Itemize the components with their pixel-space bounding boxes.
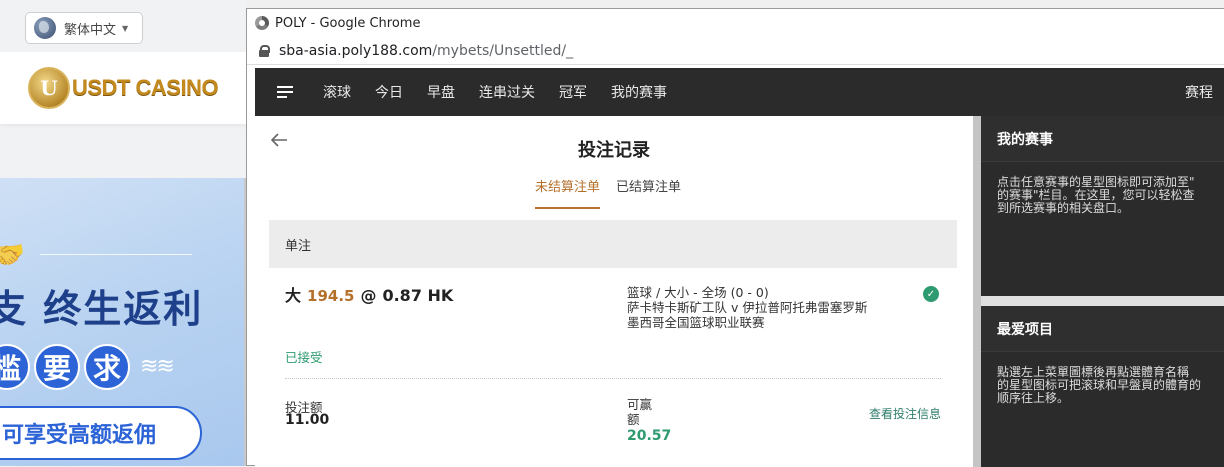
casino-logo-icon[interactable]: U	[28, 67, 70, 109]
site-nav: 滚球 今日 早盘 连串过关 冠军 我的赛事 赛程	[255, 68, 1224, 116]
bet-event-info: 篮球 / 大小 - 全场 (0 - 0) 萨卡特卡斯矿工队 v 伊拉普阿托弗雷塞…	[627, 285, 867, 330]
banner-req-char: 要	[34, 344, 80, 390]
banner-req-char: 求	[84, 344, 130, 390]
bet-history-panel: 投注记录 未结算注单 已结算注单 单注 大 194.5 @ 0.87 HK 篮球…	[255, 116, 973, 467]
globe-icon	[34, 17, 56, 39]
chevron-down-icon: ▼	[122, 23, 129, 33]
nav-item-live[interactable]: 滚球	[323, 82, 351, 102]
status-badge: 已接受	[285, 350, 323, 365]
favorites-title: 最爱项目	[981, 306, 1224, 352]
casino-logo-text[interactable]: USDT CASINO	[72, 75, 219, 101]
bet-league: 墨西哥全国篮球职业联赛	[627, 315, 765, 330]
chrome-icon	[255, 16, 269, 30]
bet-at: @	[360, 286, 377, 305]
banner-divider	[40, 254, 192, 255]
lock-icon[interactable]	[259, 44, 270, 57]
window-title: POLY - Google Chrome	[275, 15, 421, 31]
bet-market: 篮球 / 大小 - 全场 (0 - 0)	[627, 285, 769, 300]
bet-line: 194.5	[307, 287, 355, 305]
section-header-single: 单注	[269, 220, 957, 268]
panel-divider	[973, 116, 981, 467]
casino-page: 繁体中文 ▼ U USDT CASINO 🤝 支 终生返利 槛 要 求 ≋≋ 可…	[0, 0, 246, 466]
nav-item-outright[interactable]: 冠军	[559, 82, 587, 102]
bet-pick: 大	[285, 286, 302, 305]
my-events-line: 到所选赛事的相关盘口。	[997, 201, 1130, 215]
favorites-card: 最爱项目 點選左上菜單圖標後再點選體育名稱 的星型图标可把滚球和早盤頁的體育的 …	[981, 306, 1224, 467]
language-selector[interactable]: 繁体中文 ▼	[25, 12, 143, 44]
handshake-icon: 🤝	[0, 238, 25, 271]
url-host: sba-asia.poly188.com	[279, 42, 433, 59]
bet-selection: 大 194.5 @ 0.87 HK	[285, 282, 453, 306]
win-label: 可赢额	[627, 397, 653, 427]
favorites-body: 點選左上菜單圖標後再點選體育名稱 的星型图标可把滚球和早盤頁的體育的 顺序往上移…	[981, 352, 1224, 419]
banner-req-char: 槛	[0, 344, 30, 390]
dotted-divider	[285, 378, 941, 379]
tab-settled[interactable]: 已结算注单	[616, 174, 681, 209]
nav-item-today[interactable]: 今日	[375, 82, 403, 102]
tab-unsettled[interactable]: 未结算注单	[535, 174, 601, 209]
check-circle-icon: ✓	[923, 286, 939, 302]
browser-window: POLY - Google Chrome sba-asia.poly188.co…	[246, 8, 1224, 467]
nav-item-early[interactable]: 早盘	[427, 82, 455, 102]
view-bet-details-link[interactable]: 查看投注信息	[869, 405, 941, 422]
casino-header: U USDT CASINO	[0, 52, 246, 124]
my-events-title: 我的赛事	[981, 116, 1224, 162]
promo-banner[interactable]: 🤝 支 终生返利 槛 要 求 ≋≋ 可享受高额返佣	[0, 178, 246, 466]
nav-item-my-events[interactable]: 我的赛事	[611, 82, 667, 102]
window-titlebar[interactable]: POLY - Google Chrome	[247, 9, 1224, 37]
favorites-line: 顺序往上移。	[997, 391, 1070, 405]
banner-headline: 支 终生返利	[0, 287, 204, 331]
menu-icon[interactable]	[277, 86, 293, 98]
banner-cta-button[interactable]: 可享受高额返佣	[0, 406, 202, 460]
my-events-card: 我的赛事 点击任意赛事的星型图标即可添加至" 的赛事"栏目。在这里，您可以轻松查…	[981, 116, 1224, 296]
language-label: 繁体中文	[64, 22, 117, 38]
url-path: /mybets/Unsettled/_	[432, 42, 574, 59]
stake-value: 11.00	[285, 412, 330, 428]
right-sidebar: 我的赛事 点击任意赛事的星型图标即可添加至" 的赛事"栏目。在这里，您可以轻松查…	[981, 116, 1224, 467]
bet-teams: 萨卡特卡斯矿工队 v 伊拉普阿托弗雷塞罗斯	[627, 300, 868, 315]
nav-item-schedule[interactable]: 赛程	[1185, 82, 1213, 102]
win-value: 20.57	[627, 428, 672, 444]
my-events-body: 点击任意赛事的星型图标即可添加至" 的赛事"栏目。在这里，您可以轻松查 到所选赛…	[981, 162, 1224, 229]
page-title: 投注记录	[578, 140, 650, 161]
bet-tabs: 未结算注单 已结算注单	[535, 174, 697, 209]
bet-odds: 0.87 HK	[382, 286, 454, 305]
address-bar[interactable]: sba-asia.poly188.com/mybets/Unsettled/_	[247, 37, 1224, 65]
banner-requirement: 槛 要 求	[0, 344, 134, 390]
wave-decoration-icon: ≋≋	[140, 354, 175, 379]
nav-item-parlay[interactable]: 连串过关	[479, 82, 535, 102]
